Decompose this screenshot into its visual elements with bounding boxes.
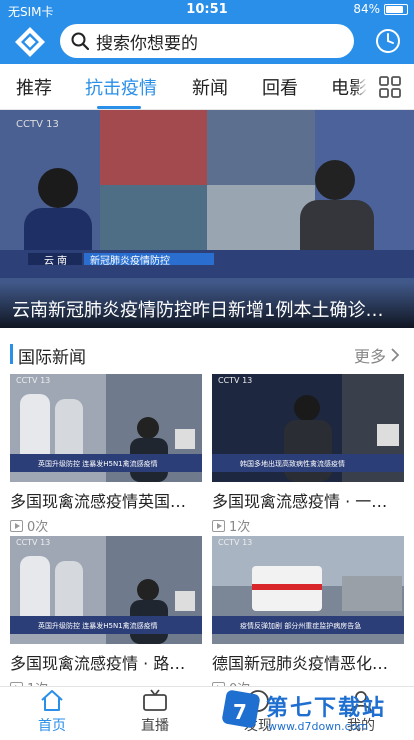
home-icon xyxy=(41,690,63,711)
tab-fight-epidemic[interactable]: 抗击疫情 xyxy=(85,74,157,100)
video-title: 德国新冠肺炎疫情恶化… xyxy=(212,654,389,673)
view-count-text: 0次 xyxy=(27,520,49,535)
play-count-icon xyxy=(10,519,23,532)
tab-news[interactable]: 新闻 xyxy=(192,74,228,100)
tv-icon xyxy=(143,689,167,711)
video-card[interactable]: CCTV 13 韩国多地出现高致病性禽流感疫情 多国现禽流感疫情 · 一… 1次 xyxy=(212,374,404,535)
video-ticker: 疫情反弹加剧 部分州重症监护病房告急 xyxy=(240,622,362,630)
battery-icon xyxy=(384,3,408,15)
watermark-text: 第七下载站 xyxy=(266,696,387,721)
category-tabs: 推荐 抗击疫情 新闻 回看 电影 xyxy=(0,64,414,110)
section-title: 国际新闻 xyxy=(18,348,86,368)
grid-icon xyxy=(379,76,401,98)
history-clock-icon[interactable] xyxy=(374,27,402,55)
all-categories-button[interactable] xyxy=(366,64,414,109)
video-ticker: 韩国多地出现高致病性禽流感疫情 xyxy=(240,460,345,468)
view-count-text: 1次 xyxy=(229,520,251,535)
video-title: 多国现禽流感疫情英国… xyxy=(10,492,187,511)
tab-replay[interactable]: 回看 xyxy=(262,74,298,100)
play-count-icon xyxy=(212,519,225,532)
nav-home-label: 首页 xyxy=(38,718,66,734)
video-title: 多国现禽流感疫情 · 一… xyxy=(212,492,388,511)
channel-logo: CCTV 13 xyxy=(218,538,253,547)
banner-caption: 云南新冠肺炎疫情防控昨日新增1例本土确诊… xyxy=(0,282,414,328)
app-logo-icon[interactable] xyxy=(14,26,46,58)
nav-home[interactable]: 首页 xyxy=(12,689,92,735)
more-label: 更多 xyxy=(353,347,386,366)
more-link[interactable]: 更多 xyxy=(354,343,400,367)
active-tab-indicator xyxy=(97,106,141,109)
battery-fill xyxy=(386,5,403,13)
channel-logo: CCTV 13 xyxy=(218,376,253,385)
video-thumbnail: CCTV 13 韩国多地出现高致病性禽流感疫情 xyxy=(212,374,404,482)
watermark-url: www.d7down.com xyxy=(268,720,369,733)
site-watermark: 7 第七下载站 www.d7down.com xyxy=(220,684,410,736)
video-ticker: 英国升级防控 连暴发H5N1禽流感疫情 xyxy=(38,622,158,630)
svg-text:7: 7 xyxy=(233,700,247,724)
tab-movies[interactable]: 电影 xyxy=(331,74,367,100)
status-bar: 无SIM卡 10:51 84% xyxy=(0,0,414,20)
section-accent-bar xyxy=(10,344,13,364)
video-card[interactable]: CCTV 13 英国升级防控 连暴发H5N1禽流感疫情 多国现禽流感疫情英国… … xyxy=(10,374,202,535)
video-title: 多国现禽流感疫情 · 路… xyxy=(10,654,186,673)
chevron-right-icon xyxy=(391,348,400,362)
video-card[interactable]: CCTV 13 英国升级防控 连暴发H5N1禽流感疫情 多国现禽流感疫情 · 路… xyxy=(10,536,202,697)
channel-logo: CCTV 13 xyxy=(16,538,51,547)
video-thumbnail: CCTV 13 英国升级防控 连暴发H5N1禽流感疫情 xyxy=(10,536,202,644)
app-header: 无SIM卡 10:51 84% 搜索你想要的 xyxy=(0,0,414,64)
battery-percent: 84% xyxy=(353,2,380,16)
search-icon xyxy=(71,32,90,51)
video-card[interactable]: CCTV 13 疫情反弹加剧 部分州重症监护病房告急 德国新冠肺炎疫情恶化… 0… xyxy=(212,536,404,697)
channel-logo: CCTV 13 xyxy=(16,119,59,130)
view-count: 1次 xyxy=(212,516,404,535)
banner-lower-third-topic: 新冠肺炎疫情防控 xyxy=(90,256,170,267)
tab-recommend[interactable]: 推荐 xyxy=(16,74,52,100)
video-thumbnail: CCTV 13 疫情反弹加剧 部分州重症监护病房告急 xyxy=(212,536,404,644)
clock: 10:51 xyxy=(186,2,228,17)
video-thumbnail: CCTV 13 英国升级防控 连暴发H5N1禽流感疫情 xyxy=(10,374,202,482)
search-placeholder: 搜索你想要的 xyxy=(96,33,198,54)
nav-live-label: 直播 xyxy=(141,718,169,734)
battery-indicator: 84% xyxy=(353,2,408,16)
app-bar: 搜索你想要的 xyxy=(0,20,414,64)
view-count: 0次 xyxy=(10,516,202,535)
featured-banner[interactable]: CCTV 13 云 南 新冠肺炎疫情防控 云南新冠肺炎疫情防控昨日新增1例本土确… xyxy=(0,110,414,328)
section-header: 国际新闻 更多 xyxy=(0,340,414,368)
nav-live[interactable]: 直播 xyxy=(115,689,195,735)
video-ticker: 英国升级防控 连暴发H5N1禽流感疫情 xyxy=(38,460,158,468)
channel-logo: CCTV 13 xyxy=(16,376,51,385)
search-input[interactable]: 搜索你想要的 xyxy=(60,24,354,58)
banner-lower-third-region: 云 南 xyxy=(44,256,68,267)
